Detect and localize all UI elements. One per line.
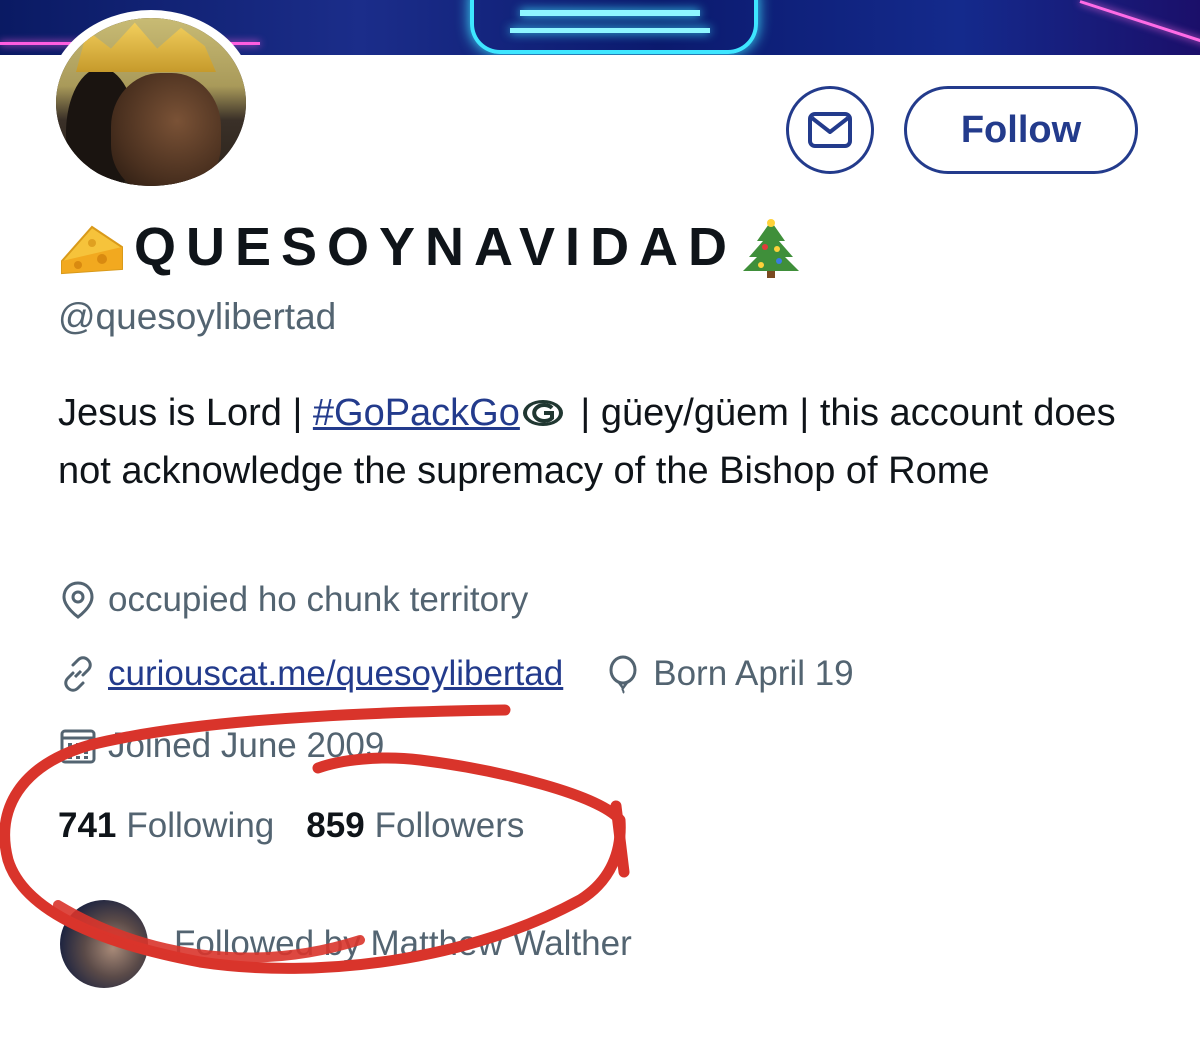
website-link[interactable]: curiouscat.me/quesoylibertad: [108, 654, 563, 694]
mail-icon: [808, 112, 852, 148]
following-link[interactable]: 741 Following: [58, 806, 274, 846]
profile-location: occupied ho chunk territory: [58, 580, 528, 620]
follower-avatar: [60, 900, 148, 988]
avatar-image: [56, 18, 246, 186]
followed-by-row[interactable]: Followed by Matthew Walther: [60, 900, 632, 988]
display-name: QUESOYNAVIDAD: [58, 215, 801, 279]
profile-joined: Joined June 2009: [58, 726, 384, 766]
birthday-text: Born April 19: [653, 654, 854, 693]
message-button[interactable]: [786, 86, 874, 174]
profile-website-row: curiouscat.me/quesoylibertad Born April …: [58, 654, 854, 694]
follow-counts: 741 Following 859 Followers: [58, 806, 524, 846]
bio-text: Jesus is Lord |: [58, 392, 313, 434]
following-label: Following: [126, 806, 275, 845]
location-text: occupied ho chunk territory: [108, 580, 529, 619]
profile-handle: @quesoylibertad: [58, 296, 337, 337]
follow-button[interactable]: Follow: [904, 86, 1138, 174]
profile-bio: Jesus is Lord | #GoPackGo | güey/güem | …: [58, 384, 1168, 500]
followers-count: 859: [306, 806, 365, 845]
followed-by-text: Followed by Matthew Walther: [174, 924, 632, 963]
christmas-tree-icon: [741, 217, 801, 278]
cheese-emoji-icon: [58, 217, 126, 277]
banner-neon-shape: [470, 0, 758, 54]
followers-link[interactable]: 859 Followers: [306, 806, 524, 846]
profile-avatar[interactable]: [48, 10, 254, 186]
balloon-icon: [609, 655, 637, 694]
banner-laser-line: [1079, 0, 1200, 55]
display-name-text: QUESOYNAVIDAD: [134, 217, 738, 277]
location-pin-icon: [62, 581, 94, 619]
banner-neon-bar: [510, 28, 710, 33]
joined-text: Joined June 2009: [108, 726, 385, 765]
green-bay-packers-logo-icon: [522, 386, 564, 426]
following-count: 741: [58, 806, 117, 845]
followers-label: Followers: [374, 806, 525, 845]
calendar-icon: [60, 729, 96, 764]
profile-birthday: Born April 19: [603, 654, 854, 694]
link-icon: [64, 656, 92, 692]
banner-neon-bar: [520, 10, 700, 16]
hashtag-link[interactable]: #GoPackGo: [313, 392, 520, 434]
